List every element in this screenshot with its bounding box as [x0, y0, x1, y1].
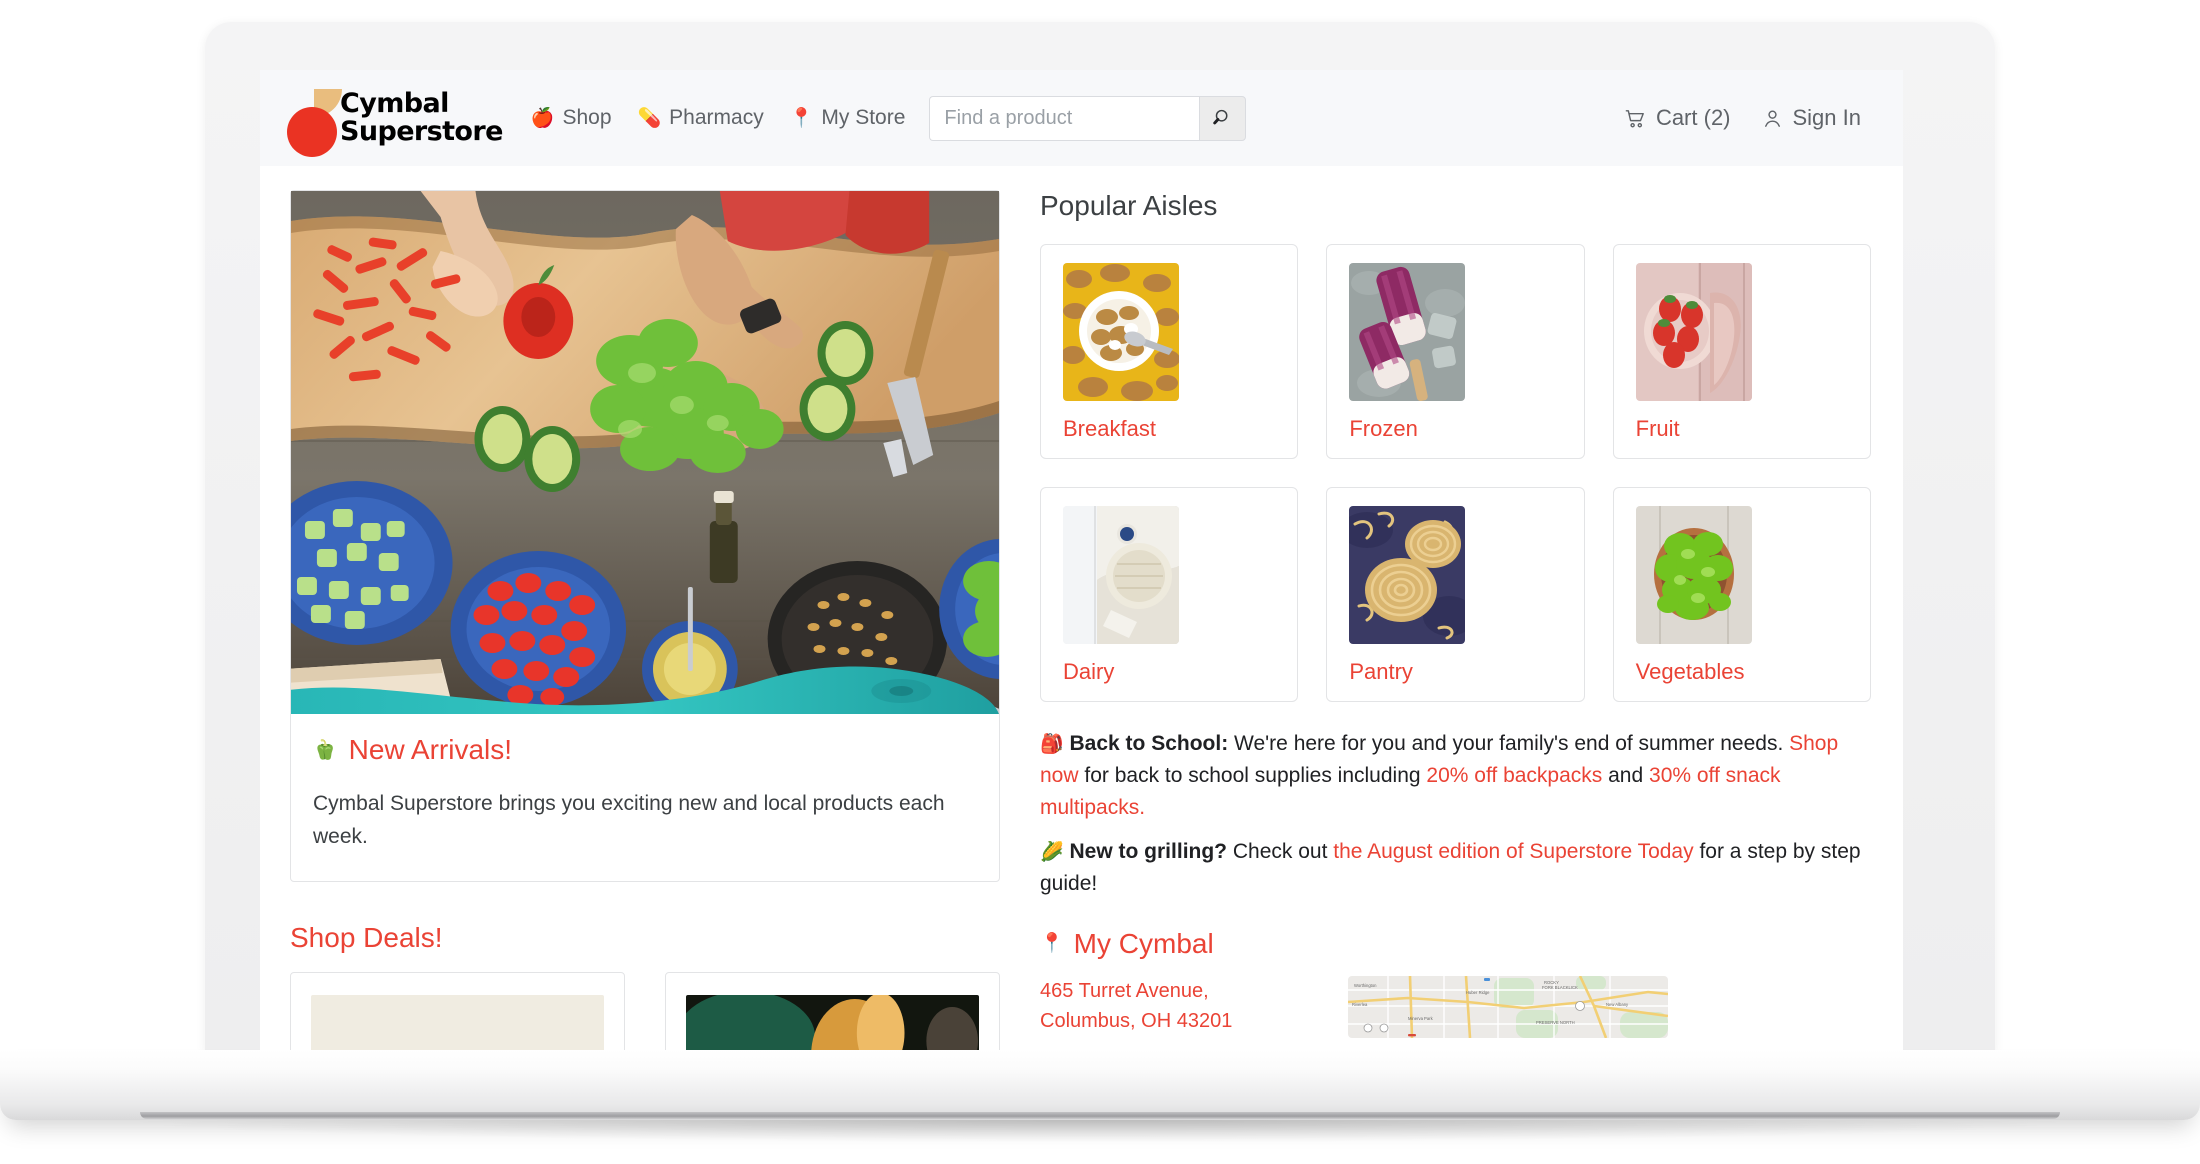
nav-item-shop[interactable]: 🍎 Shop — [531, 106, 612, 130]
apple-icon: 🍎 — [530, 106, 555, 129]
nav-item-pharmacy[interactable]: 💊 Pharmacy — [638, 106, 764, 130]
nav-item-my-store[interactable]: 📍 My Store — [790, 106, 906, 130]
search-input[interactable] — [929, 95, 1200, 141]
back-to-school-text-3: and — [1602, 763, 1650, 787]
sign-in-button[interactable]: Sign In — [1761, 105, 1862, 131]
new-arrivals-title-text: New Arrivals! — [348, 734, 513, 765]
pill-icon: 💊 — [637, 106, 662, 129]
deal-card-2[interactable] — [665, 972, 1000, 1050]
aisle-label-pantry: Pantry — [1349, 659, 1413, 684]
laptop-base-notch — [140, 1112, 2060, 1119]
brand-logo[interactable]: Cymbal Superstore — [286, 87, 503, 157]
sign-in-label: Sign In — [1792, 105, 1862, 130]
promo-grilling: 🌽 New to grilling? Check out the August … — [1040, 836, 1871, 900]
deal-thumb-1 — [311, 995, 604, 1050]
search-icon — [1213, 109, 1228, 125]
hero-image — [291, 191, 999, 714]
grilling-text-1: Check out — [1227, 839, 1334, 863]
popular-aisles-title: Popular Aisles — [1040, 190, 1218, 221]
svg-text:Worthington: Worthington — [1354, 983, 1377, 988]
back-to-school-text-1: We're here for you and your family's end… — [1228, 732, 1790, 755]
nav-item-pharmacy-label: Pharmacy — [669, 106, 764, 129]
aisle-label-fruit: Fruit — [1635, 416, 1680, 441]
back-to-school-heading: Back to School: — [1069, 732, 1229, 755]
new-arrivals-title: 🫑 New Arrivals! — [313, 734, 977, 766]
svg-text:FORK BLACKLICK: FORK BLACKLICK — [1542, 985, 1578, 990]
deal-thumb-2 — [676, 991, 979, 1050]
right-column: Popular Aisles Breakfast Frozen Fruit Da… — [1040, 190, 1871, 1050]
brand-line-2: Superstore — [340, 116, 503, 147]
nav-item-my-store-label: My Store — [821, 106, 906, 129]
bell-pepper-icon: 🫑 — [313, 738, 337, 761]
svg-text:Riverlea: Riverlea — [1352, 1002, 1368, 1007]
brand-line-1: Cymbal — [340, 88, 449, 119]
left-column: 🫑 New Arrivals! Cymbal Superstore brings… — [290, 190, 1000, 1050]
search-button[interactable] — [1199, 95, 1247, 141]
pasta-nests-icon — [1341, 506, 1476, 644]
svg-text:PRESERVE NORTH: PRESERVE NORTH — [1536, 1020, 1575, 1025]
aisle-card-pantry[interactable]: Pantry — [1326, 487, 1585, 702]
new-arrivals-body: 🫑 New Arrivals! Cymbal Superstore brings… — [291, 714, 999, 881]
page-content: 🫑 New Arrivals! Cymbal Superstore brings… — [260, 166, 1903, 1050]
aisle-card-vegetables[interactable]: Vegetables — [1612, 487, 1871, 702]
granola-bowl-icon — [1061, 263, 1180, 401]
cart-label: Cart (2) — [1655, 105, 1731, 130]
browser-viewport: Cymbal Superstore 🍎 Shop 💊 Pharmacy 📍 My… — [260, 70, 1903, 1050]
corn-icon: 🌽 — [1040, 840, 1064, 863]
store-address: 465 Turret Avenue, Columbus, OH 43201 — [1040, 979, 1233, 1032]
new-arrivals-card: 🫑 New Arrivals! Cymbal Superstore brings… — [290, 190, 1000, 883]
aisle-card-frozen[interactable]: Frozen — [1326, 244, 1585, 459]
shop-deals-title: Shop Deals! — [290, 922, 443, 954]
pin-icon: 📍 — [789, 106, 814, 129]
superstore-today-link[interactable]: the August edition of Superstore Today — [1333, 840, 1693, 863]
popular-aisles-grid: Breakfast Frozen Fruit Dairy Pantry Vege… — [1040, 244, 1871, 702]
aisle-label-frozen: Frozen — [1349, 416, 1418, 441]
laptop-shadow — [140, 1120, 2060, 1142]
my-cymbal-title: 📍 My Cymbal — [1040, 928, 1871, 960]
main-nav: 🍎 Shop 💊 Pharmacy 📍 My Store — [531, 106, 906, 130]
back-to-school-text-2: for back to school supplies including — [1078, 763, 1427, 787]
pin-icon: 📍 — [1040, 932, 1064, 955]
header-actions: Cart (2) Sign In — [1624, 105, 1873, 131]
aisle-label-breakfast: Breakfast — [1063, 416, 1156, 441]
lettuce-bowl-icon — [1635, 506, 1752, 644]
aisle-label-vegetables: Vegetables — [1635, 659, 1745, 684]
site-header: Cymbal Superstore 🍎 Shop 💊 Pharmacy 📍 My… — [260, 70, 1903, 166]
cart-icon — [1625, 109, 1644, 127]
apple-body-shape — [287, 107, 337, 157]
grilling-heading: New to grilling? — [1069, 839, 1228, 863]
aisle-card-breakfast[interactable]: Breakfast — [1040, 244, 1299, 459]
my-cymbal-title-text: My Cymbal — [1073, 927, 1214, 959]
store-map[interactable]: Worthington Riverlea Minerva Park Huber … — [1348, 975, 1668, 1038]
svg-text:Huber Ridge: Huber Ridge — [1466, 990, 1490, 995]
promo-back-to-school: 🎒 Back to School: We're here for you and… — [1040, 728, 1871, 824]
nav-item-shop-label: Shop — [562, 106, 612, 129]
laptop-base — [0, 1050, 2200, 1120]
cart-button[interactable]: Cart (2) — [1624, 105, 1731, 131]
my-cymbal-row: 465 Turret Avenue, Columbus, OH 43201 Wo… — [1040, 975, 1871, 1038]
aisle-card-dairy[interactable]: Dairy — [1040, 487, 1299, 702]
deal-card-1[interactable] — [290, 972, 625, 1050]
screenshot-stage: Cymbal Superstore 🍎 Shop 💊 Pharmacy 📍 My… — [0, 0, 2200, 1164]
backpack-icon: 🎒 — [1040, 733, 1064, 755]
svg-text:Minerva Park: Minerva Park — [1408, 1016, 1434, 1021]
popsicles-icon — [1349, 263, 1466, 402]
cymbal-apple-icon — [286, 87, 342, 157]
brie-cheese-icon — [1063, 506, 1179, 644]
shop-deals-row — [290, 972, 1000, 1050]
backpacks-deal-link[interactable]: 20% off backpacks — [1426, 764, 1602, 787]
svg-text:New Albany: New Albany — [1606, 1002, 1629, 1007]
person-icon — [1764, 109, 1780, 127]
map-image: Worthington Riverlea Minerva Park Huber … — [1348, 975, 1668, 1038]
search-box — [929, 95, 1247, 141]
promo-block: 🎒 Back to School: We're here for you and… — [1040, 728, 1871, 900]
new-arrivals-text: Cymbal Superstore brings you exciting ne… — [313, 792, 945, 848]
aisle-card-fruit[interactable]: Fruit — [1612, 244, 1871, 459]
brand-wordmark: Cymbal Superstore — [340, 90, 503, 146]
aisle-label-dairy: Dairy — [1063, 659, 1115, 684]
strawberries-icon — [1635, 263, 1752, 401]
